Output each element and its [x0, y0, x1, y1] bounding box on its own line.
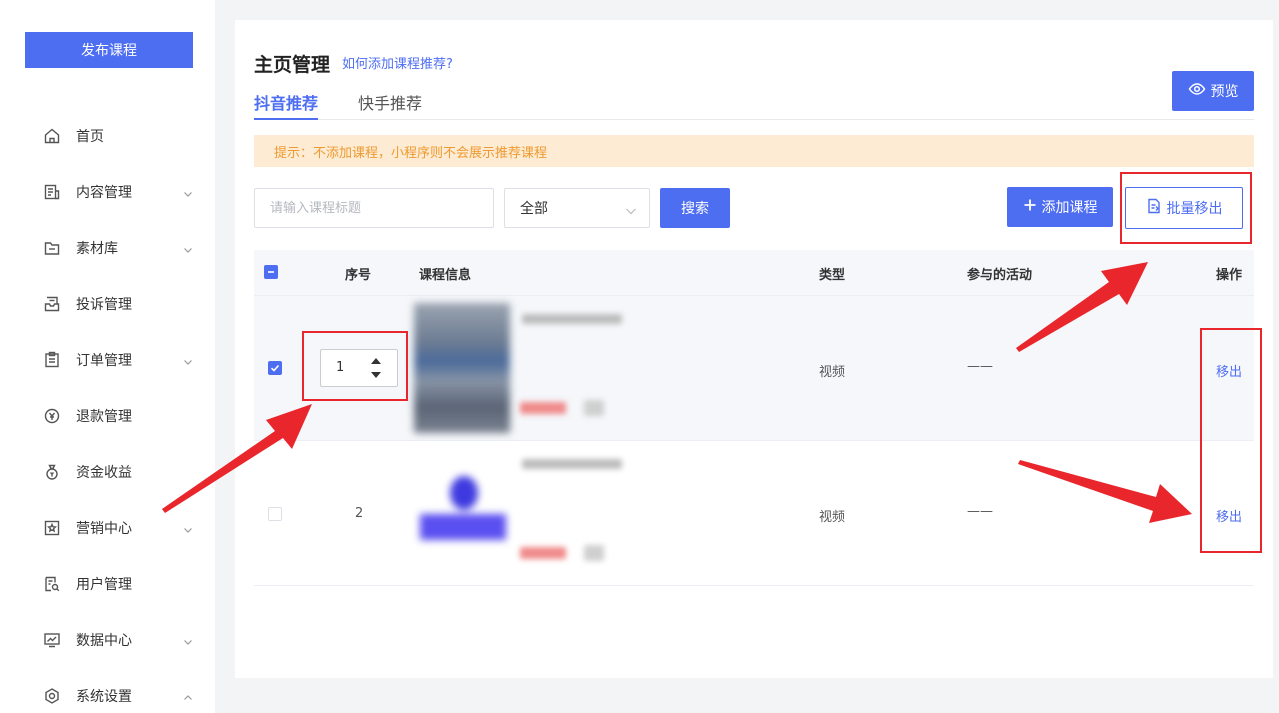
clipboard-icon: [43, 351, 61, 369]
sidebar-item-home[interactable]: 首页: [0, 108, 215, 164]
star-box-icon: [43, 519, 61, 537]
tab-kuaishou[interactable]: 快手推荐: [358, 90, 422, 114]
sidebar-item-label: 投诉管理: [76, 297, 132, 313]
sidebar: 发布课程 首页 内容管理 素材库 投诉管理 订单管理 退款管理 资金收益 营销中…: [0, 0, 215, 713]
sidebar-item-label: 退款管理: [76, 409, 132, 425]
add-course-label: 添加课程: [1041, 200, 1098, 216]
table-row: 2 视频 —— 移出: [254, 441, 1254, 586]
tab-douyin[interactable]: 抖音推荐: [254, 90, 318, 114]
sidebar-item-content[interactable]: 内容管理: [0, 164, 215, 220]
chevron-up-icon: [183, 691, 193, 701]
row-checkbox[interactable]: [268, 361, 282, 375]
select-value: 全部: [520, 201, 548, 217]
settings-icon: [43, 687, 61, 705]
tab-bar: 抖音推荐 快手推荐: [254, 88, 1254, 120]
header-activities: 参与的活动: [967, 268, 1033, 283]
course-thumbnail: [414, 448, 510, 578]
plus-icon: [1023, 198, 1037, 216]
header-course-info: 课程信息: [419, 268, 472, 283]
chevron-down-icon: [183, 355, 193, 365]
sidebar-item-data[interactable]: 数据中心: [0, 612, 215, 668]
header-actions: 操作: [1216, 268, 1243, 283]
indeterminate-icon: [268, 271, 274, 273]
sidebar-item-refunds[interactable]: 退款管理: [0, 388, 215, 444]
row-checkbox[interactable]: [268, 507, 282, 521]
sidebar-item-orders[interactable]: 订单管理: [0, 332, 215, 388]
course-price-redacted: [520, 402, 566, 414]
chevron-down-icon: [183, 523, 193, 533]
course-type: 视频: [819, 510, 846, 525]
sidebar-item-label: 内容管理: [76, 185, 132, 201]
activity-value: ——: [967, 504, 993, 519]
chevron-down-icon: [183, 187, 193, 197]
active-tab-indicator: [254, 118, 318, 120]
folder-icon: [43, 239, 61, 257]
check-icon: [270, 364, 280, 372]
publish-course-button[interactable]: 发布课程: [25, 32, 193, 68]
sidebar-item-users[interactable]: 用户管理: [0, 556, 215, 612]
course-thumbnail: [414, 303, 510, 433]
money-bag-icon: [43, 463, 61, 481]
sidebar-item-label: 用户管理: [76, 577, 132, 593]
sidebar-item-label: 资金收益: [76, 465, 132, 481]
course-price-redacted: [520, 547, 566, 559]
course-title-redacted: [522, 459, 622, 469]
header-type: 类型: [819, 268, 846, 283]
annotation-box-batch-remove: [1120, 172, 1252, 244]
sidebar-item-label: 素材库: [76, 241, 118, 257]
chevron-down-icon: [183, 635, 193, 645]
help-link[interactable]: 如何添加课程推荐?: [342, 53, 453, 72]
yen-icon: [43, 407, 61, 425]
sidebar-item-settings[interactable]: 系统设置: [0, 668, 215, 713]
chevron-down-icon: [183, 243, 193, 253]
table-header: 序号 课程信息 类型 参与的活动 操作: [254, 250, 1254, 296]
sidebar-item-label: 订单管理: [76, 353, 132, 369]
order-value: 2: [355, 506, 364, 521]
notice-banner: 提示：不添加课程，小程序则不会展示推荐课程: [254, 135, 1254, 167]
annotation-box-order-stepper: [302, 331, 408, 401]
course-title-redacted: [522, 314, 622, 324]
type-select[interactable]: 全部: [504, 188, 650, 228]
search-input[interactable]: [254, 188, 494, 228]
sidebar-item-label: 营销中心: [76, 521, 132, 537]
sidebar-item-materials[interactable]: 素材库: [0, 220, 215, 276]
activity-value: ——: [967, 359, 993, 374]
search-button[interactable]: 搜索: [660, 188, 730, 228]
sidebar-item-label: 系统设置: [76, 689, 132, 705]
sidebar-item-label: 数据中心: [76, 633, 132, 649]
course-type: 视频: [819, 365, 846, 380]
home-icon: [43, 127, 61, 145]
sidebar-nav: 首页 内容管理 素材库 投诉管理 订单管理 退款管理 资金收益 营销中心 用户管…: [0, 108, 215, 713]
chevron-down-icon: [625, 204, 637, 215]
sidebar-item-label: 首页: [76, 129, 104, 145]
page-title: 主页管理: [254, 54, 331, 76]
content-icon: [43, 183, 61, 201]
annotation-box-remove-links: [1200, 328, 1262, 553]
chart-monitor-icon: [43, 631, 61, 649]
course-tag-redacted: [584, 545, 604, 561]
select-all-checkbox[interactable]: [264, 265, 278, 279]
user-search-icon: [43, 575, 61, 593]
sidebar-item-complaints[interactable]: 投诉管理: [0, 276, 215, 332]
course-tag-redacted: [584, 400, 604, 416]
inbox-icon: [43, 295, 61, 313]
add-course-button[interactable]: 添加课程: [1007, 187, 1113, 227]
header-order: 序号: [345, 268, 372, 283]
sidebar-item-marketing[interactable]: 营销中心: [0, 500, 215, 556]
sidebar-item-earnings[interactable]: 资金收益: [0, 444, 215, 500]
